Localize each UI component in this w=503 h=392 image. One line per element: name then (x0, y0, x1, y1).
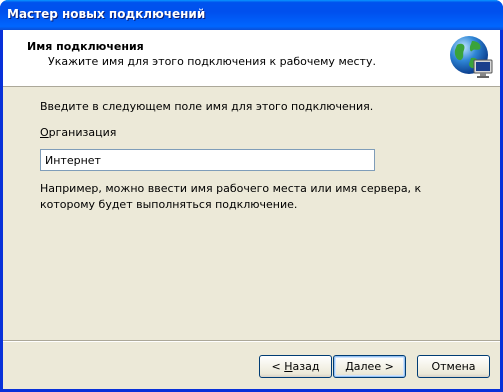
label-rest: рганизация (48, 126, 117, 139)
next-button[interactable]: Далее > (333, 355, 406, 378)
separator (3, 340, 500, 342)
label-mnemonic: О (40, 126, 49, 139)
back-rest: азад (292, 360, 320, 373)
back-mnemonic: Н (284, 360, 293, 373)
back-prefix: < (271, 360, 285, 373)
page-title: Имя подключения (27, 40, 144, 53)
wizard-header: Имя подключения Укажите имя для этого по… (3, 30, 500, 87)
next-mnemonic: Д (345, 360, 354, 373)
back-button[interactable]: < Назад (259, 355, 332, 378)
wizard-window: Мастер новых подключений Имя подключения… (0, 0, 503, 392)
organization-label: Организация (40, 126, 116, 139)
instruction-text: Введите в следующем поле имя для этого п… (40, 100, 374, 113)
cancel-button[interactable]: Отмена (417, 355, 490, 378)
organization-input[interactable] (40, 149, 375, 171)
hint-text: Например, можно ввести имя рабочего мест… (40, 182, 422, 211)
title-bar[interactable]: Мастер новых подключений (0, 0, 503, 30)
globe-network-icon (450, 36, 493, 78)
window-title: Мастер новых подключений (7, 7, 206, 21)
page-subtitle: Укажите имя для этого подключения к рабо… (48, 55, 376, 68)
next-rest: алее > (353, 360, 394, 373)
